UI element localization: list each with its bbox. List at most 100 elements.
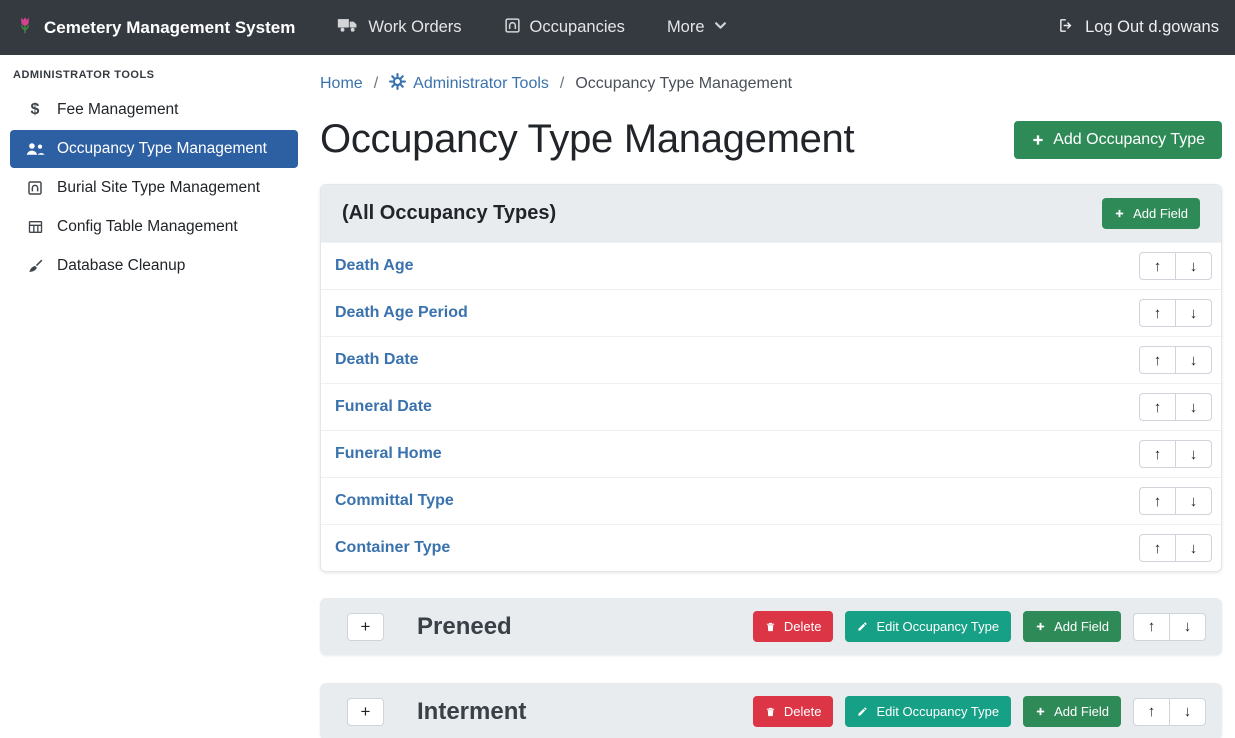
move-up-button[interactable]: ↑	[1139, 440, 1176, 468]
field-row: Funeral Home ↑ ↓	[321, 430, 1221, 477]
add-field-label: Add Field	[1133, 206, 1188, 221]
sidebar-item-fee-management[interactable]: $ Fee Management	[10, 91, 298, 129]
page-title: Occupancy Type Management	[320, 117, 854, 162]
field-link-committal-type[interactable]: Committal Type	[335, 492, 454, 510]
sidebar-item-label: Burial Site Type Management	[57, 179, 260, 197]
breadcrumb-separator: /	[374, 75, 378, 93]
logout-label: Log Out d.gowans	[1085, 18, 1219, 37]
move-up-button[interactable]: ↑	[1139, 487, 1176, 515]
nav-more[interactable]: More	[667, 18, 727, 37]
field-link-funeral-home[interactable]: Funeral Home	[335, 445, 442, 463]
logout-icon	[1057, 17, 1076, 39]
card-title: (All Occupancy Types)	[342, 202, 556, 225]
add-field-label: Add Field	[1054, 704, 1109, 719]
users-icon	[22, 142, 48, 156]
sidebar-item-label: Occupancy Type Management	[57, 140, 267, 158]
move-down-button[interactable]: ↓	[1175, 440, 1212, 468]
move-down-button[interactable]: ↓	[1175, 252, 1212, 280]
sidebar-item-burial-site-type-management[interactable]: Burial Site Type Management	[10, 169, 298, 207]
move-down-button[interactable]: ↓	[1175, 299, 1212, 327]
move-up-button[interactable]: ↑	[1133, 698, 1170, 726]
breadcrumb-home[interactable]: Home	[320, 75, 363, 93]
move-up-button[interactable]: ↑	[1139, 252, 1176, 280]
delete-button[interactable]: Delete	[753, 696, 834, 727]
move-up-button[interactable]: ↑	[1139, 393, 1176, 421]
app-brand[interactable]: Cemetery Management System	[16, 12, 295, 43]
reorder-controls: ↑ ↓	[1139, 393, 1212, 421]
sidebar-item-config-table-management[interactable]: Config Table Management	[10, 208, 298, 246]
move-down-button[interactable]: ↓	[1169, 613, 1206, 641]
sidebar-item-label: Fee Management	[57, 101, 179, 119]
move-down-button[interactable]: ↓	[1175, 534, 1212, 562]
breadcrumb: Home / Administrator Tools / Occupancy T…	[320, 73, 1222, 95]
frame-icon	[504, 17, 521, 39]
field-row: Death Age ↑ ↓	[321, 242, 1221, 289]
move-down-button[interactable]: ↓	[1175, 346, 1212, 374]
field-row: Committal Type ↑ ↓	[321, 477, 1221, 524]
plus-icon	[1114, 208, 1125, 219]
add-field-button[interactable]: Add Field	[1023, 696, 1121, 727]
expand-button[interactable]: +	[347, 613, 384, 641]
edit-occupancy-type-label: Edit Occupancy Type	[876, 704, 999, 719]
title-row: Occupancy Type Management Add Occupancy …	[320, 117, 1222, 162]
add-field-button[interactable]: Add Field	[1102, 198, 1200, 229]
nav-work-orders-label: Work Orders	[368, 18, 461, 37]
section-interment: + Interment Delete Edit Occupancy Type A…	[320, 683, 1222, 738]
edit-occupancy-type-button[interactable]: Edit Occupancy Type	[845, 696, 1011, 727]
add-field-button[interactable]: Add Field	[1023, 611, 1121, 642]
field-row: Death Age Period ↑ ↓	[321, 289, 1221, 336]
gear-icon	[389, 73, 406, 95]
nav-work-orders[interactable]: Work Orders	[337, 17, 461, 38]
move-up-button[interactable]: ↑	[1139, 346, 1176, 374]
edit-occupancy-type-button[interactable]: Edit Occupancy Type	[845, 611, 1011, 642]
dollar-icon: $	[22, 101, 48, 119]
add-occupancy-type-button[interactable]: Add Occupancy Type	[1014, 121, 1222, 159]
delete-label: Delete	[784, 619, 822, 634]
plus-icon	[1035, 706, 1046, 717]
field-link-death-date[interactable]: Death Date	[335, 351, 419, 369]
move-up-button[interactable]: ↑	[1139, 299, 1176, 327]
field-link-funeral-date[interactable]: Funeral Date	[335, 398, 432, 416]
field-link-container-type[interactable]: Container Type	[335, 539, 450, 557]
move-up-button[interactable]: ↑	[1133, 613, 1170, 641]
trash-icon	[765, 621, 776, 633]
reorder-controls: ↑ ↓	[1139, 487, 1212, 515]
edit-occupancy-type-label: Edit Occupancy Type	[876, 619, 999, 634]
trash-icon	[765, 706, 776, 718]
field-link-death-age-period[interactable]: Death Age Period	[335, 304, 468, 322]
truck-icon	[337, 17, 359, 38]
sidebar-item-database-cleanup[interactable]: Database Cleanup	[10, 247, 298, 285]
delete-button[interactable]: Delete	[753, 611, 834, 642]
reorder-controls: ↑ ↓	[1139, 299, 1212, 327]
sidebar-item-occupancy-type-management[interactable]: Occupancy Type Management	[10, 130, 298, 168]
sidebar-heading: Administrator Tools	[0, 57, 308, 90]
move-up-button[interactable]: ↑	[1139, 534, 1176, 562]
move-down-button[interactable]: ↓	[1169, 698, 1206, 726]
move-down-button[interactable]: ↓	[1175, 393, 1212, 421]
move-down-button[interactable]: ↓	[1175, 487, 1212, 515]
breadcrumb-admin-tools[interactable]: Administrator Tools	[389, 73, 549, 95]
breadcrumb-admin-tools-label: Administrator Tools	[413, 75, 549, 93]
plus-icon	[1035, 621, 1046, 632]
field-row: Death Date ↑ ↓	[321, 336, 1221, 383]
all-occupancy-types-card: (All Occupancy Types) Add Field Death Ag…	[320, 184, 1222, 572]
section-title: Interment	[417, 698, 526, 726]
reorder-controls: ↑ ↓	[1139, 534, 1212, 562]
reorder-controls: ↑ ↓	[1139, 440, 1212, 468]
reorder-controls: ↑ ↓	[1139, 252, 1212, 280]
top-navbar: Cemetery Management System Work Orders O…	[0, 0, 1235, 55]
nav-occupancies[interactable]: Occupancies	[504, 17, 625, 39]
tulip-icon	[16, 12, 34, 43]
logout-button[interactable]: Log Out d.gowans	[1057, 17, 1219, 39]
expand-button[interactable]: +	[347, 698, 384, 726]
field-link-death-age[interactable]: Death Age	[335, 257, 414, 275]
add-field-label: Add Field	[1054, 619, 1109, 634]
reorder-controls: ↑ ↓	[1139, 346, 1212, 374]
pencil-icon	[857, 706, 868, 717]
section-preneed: + Preneed Delete Edit Occupancy Type Add…	[320, 598, 1222, 655]
table-icon	[22, 219, 48, 235]
main-content: Home / Administrator Tools / Occupancy T…	[308, 55, 1235, 738]
delete-label: Delete	[784, 704, 822, 719]
breadcrumb-separator: /	[560, 75, 564, 93]
sidebar-item-label: Config Table Management	[57, 218, 238, 236]
